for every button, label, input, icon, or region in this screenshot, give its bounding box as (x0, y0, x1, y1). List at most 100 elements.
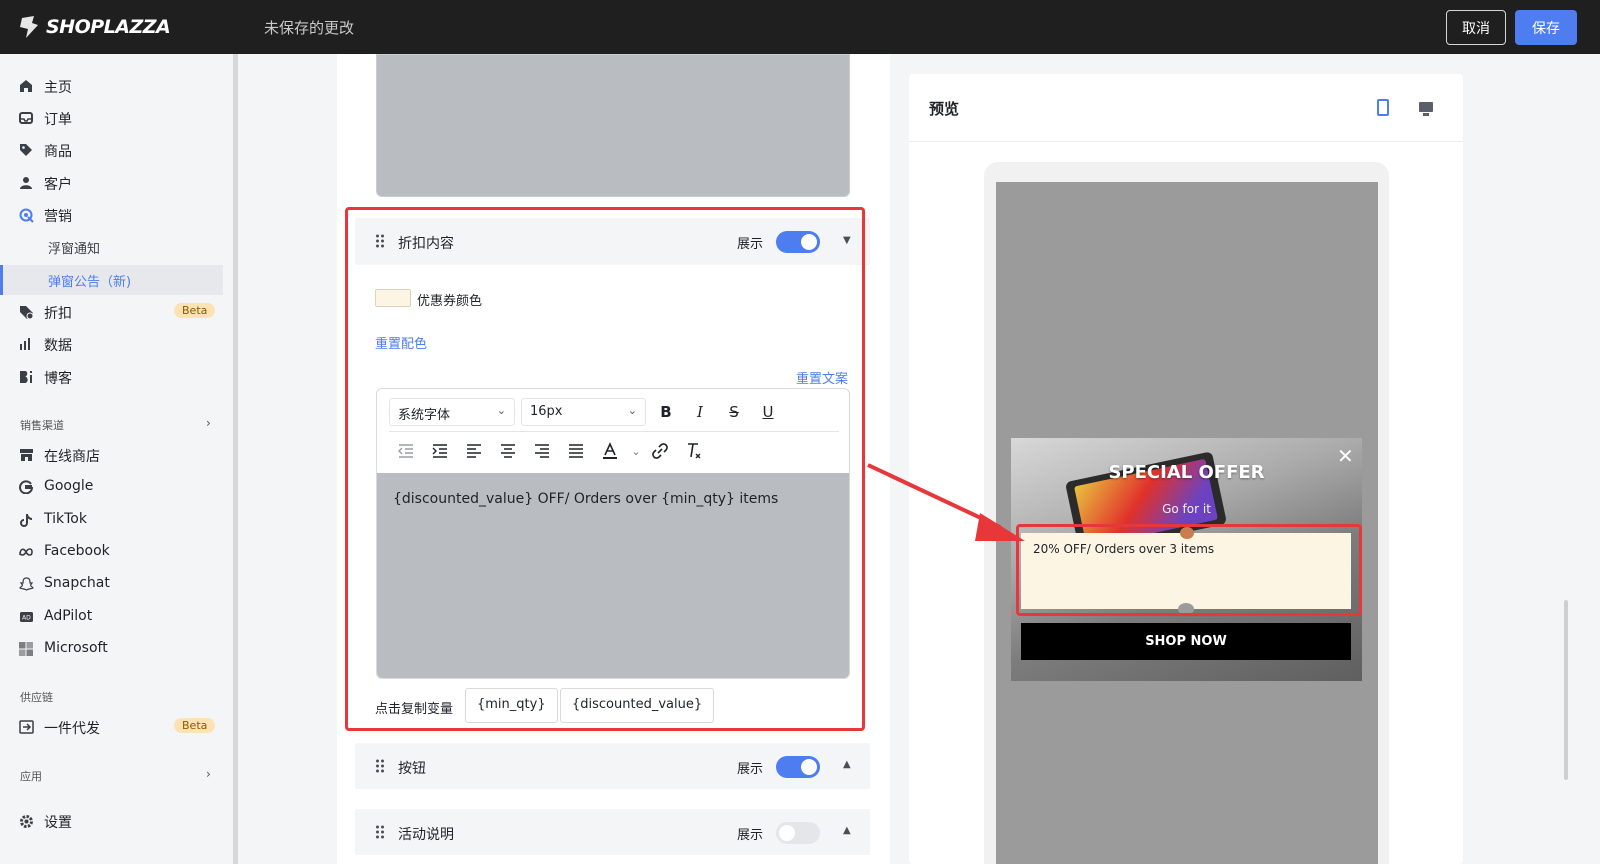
chevron-down-icon[interactable]: ⌄ (626, 441, 646, 461)
sidebar-item-facebook[interactable]: Facebook (0, 537, 228, 567)
person-icon (18, 175, 34, 191)
page-scrollbar[interactable] (1564, 600, 1568, 780)
sidebar-item-label: 设置 (44, 815, 72, 831)
discount-panel-header[interactable]: 折扣内容 展示 ▼ (355, 218, 870, 265)
sidebar-item-online-store[interactable]: 在线商店 (0, 440, 228, 470)
drag-handle-icon[interactable] (375, 759, 385, 773)
reset-color-link[interactable]: 重置配色 (375, 333, 427, 352)
variable-chip-discounted-value[interactable]: {discounted_value} (560, 688, 715, 723)
font-size-value: 16px (530, 404, 563, 419)
italic-icon[interactable]: I (690, 402, 710, 422)
brand-logo[interactable]: SHOPLAZZA (18, 14, 171, 40)
clear-format-icon[interactable] (684, 441, 704, 461)
reset-text-link[interactable]: 重置文案 (796, 368, 848, 387)
text-color-icon[interactable] (600, 441, 620, 461)
cancel-button[interactable]: 取消 (1446, 10, 1506, 45)
popup-subtitle: Go for it (1162, 502, 1211, 516)
inbox-icon (18, 110, 34, 126)
align-right-icon[interactable] (532, 441, 552, 461)
drag-handle-icon[interactable] (375, 234, 385, 248)
align-left-icon[interactable] (464, 441, 484, 461)
sidebar-item-marketing[interactable]: 营销 (0, 200, 228, 230)
meta-icon (18, 544, 34, 560)
chevron-up-icon[interactable]: ▲ (843, 825, 851, 836)
sidebar-item-dropshipping[interactable]: 一件代发 Beta (0, 712, 228, 742)
strikethrough-icon[interactable]: S (724, 402, 744, 422)
blog-icon (18, 369, 34, 385)
sidebar-item-label: TikTok (44, 511, 87, 527)
chevron-up-icon[interactable]: ▲ (843, 759, 851, 770)
sidebar-item-label: 折扣 (44, 306, 72, 322)
chevron-right-icon[interactable]: › (206, 416, 211, 430)
show-toggle[interactable] (776, 822, 820, 844)
save-button[interactable]: 保存 (1515, 10, 1577, 45)
sidebar-item-label: Microsoft (44, 640, 108, 656)
tag-icon (18, 142, 34, 158)
google-icon (18, 479, 34, 495)
popup-title: SPECIAL OFFER (1108, 462, 1265, 483)
sidebar-item-microsoft[interactable]: Microsoft (0, 634, 228, 664)
sidebar-item-products[interactable]: 商品 (0, 135, 228, 165)
toggle-knob (801, 234, 817, 250)
mobile-device-icon[interactable] (1377, 99, 1389, 116)
coupon-color-label: 优惠券颜色 (417, 294, 483, 309)
microsoft-icon (18, 641, 34, 657)
sidebar-item-snapchat[interactable]: Snapchat (0, 569, 228, 599)
font-size-select[interactable]: 16px ⌄ (521, 398, 646, 426)
chevron-down-icon: ⌄ (627, 404, 637, 417)
outdent-icon[interactable] (396, 441, 416, 461)
underline-icon[interactable]: U (758, 402, 778, 422)
discount-icon (18, 304, 34, 320)
coupon-color-swatch[interactable] (375, 289, 411, 307)
sidebar-item-google[interactable]: Google (0, 472, 228, 502)
link-icon[interactable] (650, 441, 670, 461)
desktop-device-icon[interactable] (1419, 102, 1433, 116)
sidebar-item-label: AdPilot (44, 608, 93, 624)
bold-icon[interactable]: B (656, 402, 676, 422)
chevron-right-icon[interactable]: › (206, 767, 211, 781)
top-bar: SHOPLAZZA 未保存的更改 取消 保存 (0, 0, 1600, 54)
editor-content-area[interactable]: {discounted_value} OFF/ Orders over {min… (377, 473, 849, 678)
bar-chart-icon (18, 336, 34, 352)
sidebar-item-blog[interactable]: 博客 (0, 362, 228, 392)
sidebar-item-analytics[interactable]: 数据 (0, 329, 228, 359)
activity-panel-header[interactable]: 活动说明 展示 ▲ (355, 809, 870, 855)
indent-icon[interactable] (430, 441, 450, 461)
apps-title: 应用 (20, 770, 42, 783)
chevron-down-icon[interactable]: ▼ (843, 235, 851, 246)
beta-badge: Beta (174, 303, 216, 318)
home-icon (18, 78, 34, 94)
show-toggle[interactable] (776, 231, 820, 253)
close-icon[interactable]: ✕ (1337, 444, 1354, 468)
image-placeholder (376, 54, 850, 197)
align-center-icon[interactable] (498, 441, 518, 461)
sidebar-item-orders[interactable]: 订单 (0, 103, 228, 133)
button-panel-header[interactable]: 按钮 展示 ▲ (355, 743, 870, 789)
store-icon (18, 447, 34, 463)
toggle-knob (779, 825, 795, 841)
sidebar-item-discounts[interactable]: 折扣 Beta (0, 297, 228, 327)
toggle-knob (801, 759, 817, 775)
target-icon (18, 207, 34, 223)
sidebar-item-settings[interactable]: 设置 (0, 806, 228, 836)
sidebar-item-popup-announcement[interactable]: 弹窗公告（新) (0, 265, 223, 295)
sidebar-item-tiktok[interactable]: TikTok (0, 505, 228, 535)
sidebar-item-home[interactable]: 主页 (0, 71, 228, 101)
show-toggle[interactable] (776, 756, 820, 778)
sidebar-item-adpilot[interactable]: AD AdPilot (0, 602, 228, 632)
coupon-notch (1178, 603, 1194, 615)
drag-handle-icon[interactable] (375, 825, 385, 839)
sidebar-item-customers[interactable]: 客户 (0, 168, 228, 198)
variable-chip-min-qty[interactable]: {min_qty} (465, 688, 558, 723)
font-family-select[interactable]: 系统字体 ⌄ (389, 398, 515, 426)
snapchat-icon (18, 576, 34, 592)
supply-chain-title: 供应链 (20, 691, 53, 704)
shoplazza-logo-icon (20, 16, 38, 38)
gear-icon (18, 813, 34, 829)
align-justify-icon[interactable] (566, 441, 586, 461)
coupon-notch (1180, 527, 1194, 539)
sidebar-item-floating-notice[interactable]: 浮窗通知 (0, 232, 228, 262)
sidebar-item-label: 客户 (44, 177, 72, 193)
sidebar-scrollbar[interactable] (233, 54, 238, 864)
shop-now-button[interactable]: SHOP NOW (1021, 623, 1351, 660)
